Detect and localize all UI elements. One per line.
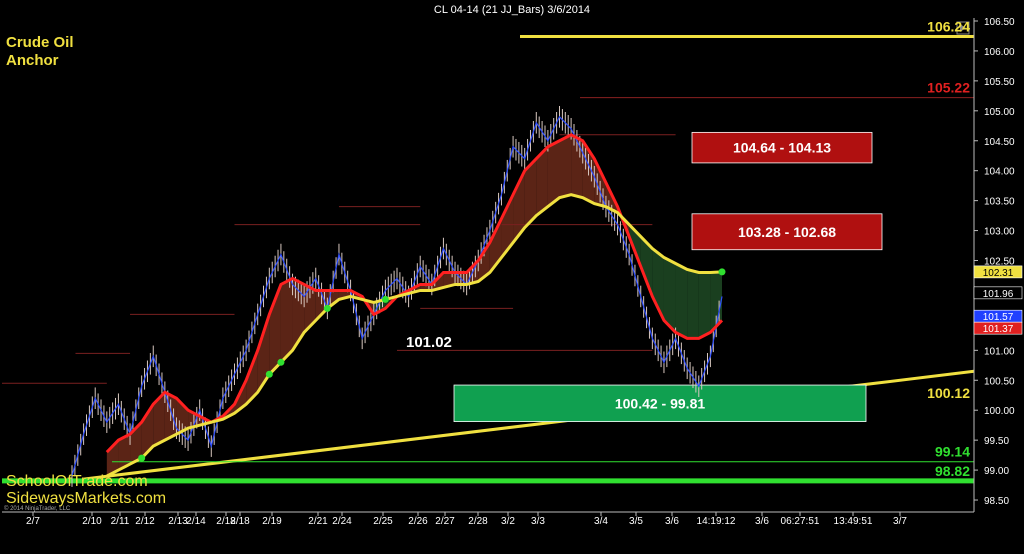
level-label: 105.22 — [927, 80, 970, 96]
x-tick-label: 3/6 — [665, 516, 679, 527]
x-tick-label: 06:27:51 — [781, 516, 820, 527]
y-tick-label: 103.00 — [984, 227, 1015, 238]
x-tick-label: 3/5 — [629, 516, 643, 527]
cloud-segment-bearish — [687, 269, 699, 339]
x-tick-label: 2/25 — [373, 516, 393, 527]
cloud-segment-bullish — [280, 278, 293, 363]
y-tick-label: 98.50 — [984, 496, 1009, 507]
annotation-label: 101.02 — [406, 334, 452, 351]
x-tick-label: 2/11 — [111, 516, 130, 527]
x-tick-label: 2/18 — [230, 516, 250, 527]
x-tick-label: 2/24 — [332, 516, 352, 527]
cloud-segment-bearish — [675, 263, 688, 339]
y-tick-label: 104.50 — [984, 137, 1015, 148]
x-tick-label: 3/3 — [531, 516, 545, 527]
chart-title-anchor: Anchor — [6, 52, 59, 69]
y-tick-label: 105.00 — [984, 107, 1015, 118]
x-tick-label: 2/10 — [82, 516, 102, 527]
x-tick-label: 2/27 — [435, 516, 455, 527]
y-tick-label: 106.00 — [984, 47, 1015, 58]
x-tick-label: 2/14 — [186, 516, 206, 527]
cloud-segment-bullish — [547, 140, 560, 207]
x-tick-label: 2/13 — [168, 516, 188, 527]
y-tick-label: 105.50 — [984, 77, 1015, 88]
signal-dot — [265, 370, 273, 378]
chart-canvas: CL 04-14 (21 JJ_Bars) 3/6/2014 104.64 - … — [0, 0, 1024, 554]
x-tick-label: 14:19:12 — [697, 516, 736, 527]
x-tick-label: 3/2 — [501, 516, 515, 527]
window-title: CL 04-14 (21 JJ_Bars) 3/6/2014 — [434, 4, 590, 16]
y-tick-label: 99.50 — [984, 436, 1009, 447]
x-tick-label: 2/21 — [308, 516, 328, 527]
price-tag-label: 101.57 — [983, 312, 1014, 323]
y-tick-label: 101.00 — [984, 346, 1015, 357]
x-tick-label: 2/19 — [262, 516, 282, 527]
y-tick-label: 104.00 — [984, 167, 1015, 178]
website-sidewaysmarkets: SidewaysMarkets.com — [6, 490, 166, 507]
x-tick-label: 3/7 — [893, 516, 907, 527]
website-schooloftrade: SchoolOfTrade.com — [6, 473, 148, 490]
x-tick-label: 3/4 — [594, 516, 608, 527]
x-tick-label: 2/28 — [468, 516, 488, 527]
cloud-segment-bearish — [698, 272, 711, 339]
level-label: 98.82 — [935, 463, 970, 479]
zone-label: 103.28 - 102.68 — [738, 224, 836, 240]
chart-title-crude-oil: Crude Oil — [6, 34, 74, 51]
level-label: 99.14 — [935, 444, 970, 460]
cloud-segment-bullish — [559, 134, 572, 198]
x-tick-label: 2/26 — [408, 516, 428, 527]
x-tick-label: 3/6 — [755, 516, 769, 527]
zone-label: 104.64 - 104.13 — [733, 140, 831, 156]
y-tick-label: 103.50 — [984, 197, 1015, 208]
copyright-text: © 2014 NinjaTrader, LLC — [4, 505, 71, 512]
price-tag-label: 101.96 — [983, 289, 1014, 300]
zone-label: 100.42 - 99.81 — [615, 395, 706, 411]
x-tick-label: 13:49:51 — [834, 516, 873, 527]
signal-dot — [277, 358, 285, 366]
price-tag-label: 102.31 — [983, 268, 1014, 279]
signal-dot — [718, 268, 726, 276]
price-tag-label: 101.37 — [983, 324, 1014, 335]
y-tick-label: 99.00 — [984, 466, 1009, 477]
signal-dot — [323, 304, 331, 312]
x-tick-label: 2/12 — [135, 516, 155, 527]
level-label: 106.24 — [927, 19, 970, 35]
y-tick-label: 106.50 — [984, 17, 1015, 28]
signal-dot — [381, 295, 389, 303]
level-label: 100.12 — [927, 385, 970, 401]
y-tick-label: 100.50 — [984, 376, 1015, 387]
signal-dot — [138, 454, 146, 462]
y-tick-label: 100.00 — [984, 406, 1015, 417]
x-tick-label: 2/7 — [26, 516, 40, 527]
